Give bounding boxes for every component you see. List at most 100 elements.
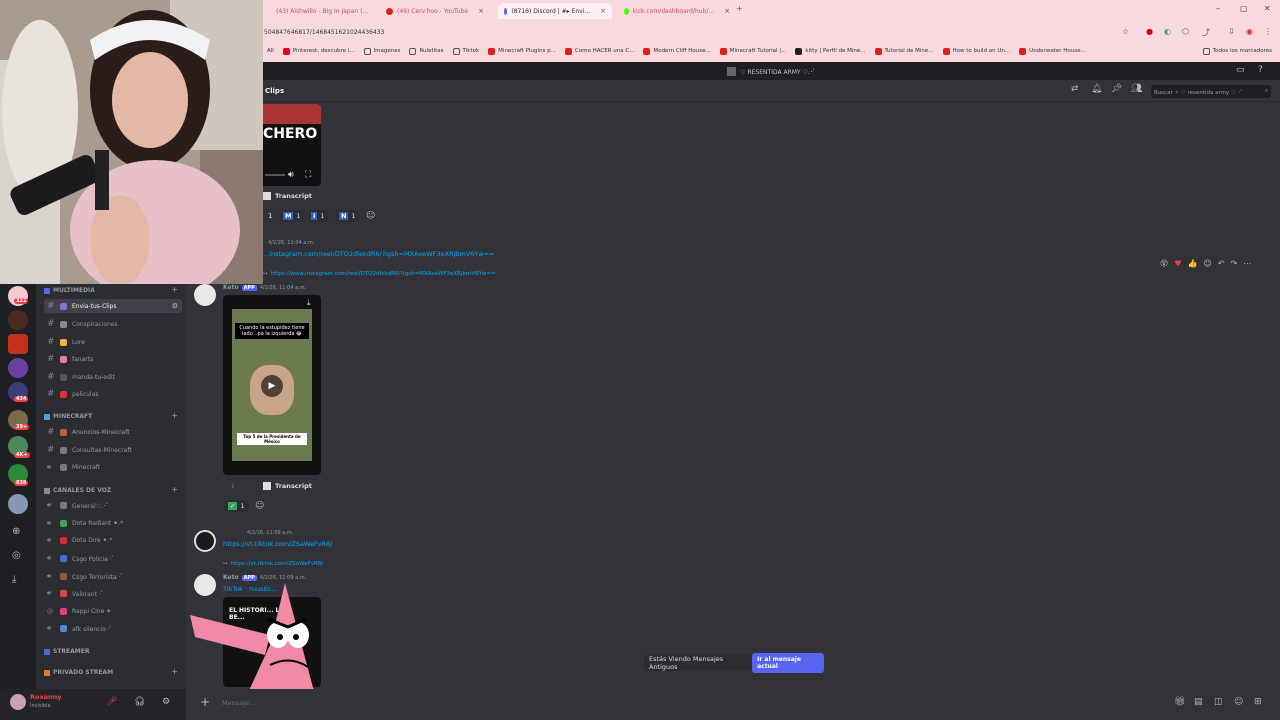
settings-gear-icon[interactable]: ⚙ [162, 697, 170, 707]
bookmark-item[interactable]: Tutorial de Mine... [874, 47, 934, 55]
voice-channel-csgo-terrorista[interactable]: 🔊︎ Csgo Terrorista ·ﾟ [44, 569, 182, 583]
server-icon[interactable] [8, 334, 28, 354]
browser-menu-icon[interactable]: ⋮ [1264, 27, 1272, 36]
headphones-icon[interactable]: 🎧︎ [134, 697, 145, 707]
close-tab-icon[interactable]: × [478, 7, 484, 15]
inbox-icon[interactable]: ▭ [1236, 65, 1245, 75]
gift-icon[interactable]: 🎁︎ [1174, 697, 1185, 707]
browser-tab[interactable]: (43) Aishwillo - Big In Japan (...× [266, 3, 376, 19]
bookmark-item[interactable]: Modern Cliff House... [643, 47, 711, 55]
pin-icon[interactable]: 📌︎ [1111, 84, 1122, 94]
minimize-icon[interactable]: – [1216, 4, 1220, 13]
channel-consultas-minecraft[interactable]: # Consultas-Minecraft [44, 443, 182, 457]
voice-channel-valorant[interactable]: 🔊︎ Valorant ·ﾟ [44, 586, 182, 600]
category-canales-de-voz[interactable]: CANALES DE VOZ [44, 487, 111, 494]
channel-peliculas[interactable]: # peliculas [44, 387, 182, 401]
extension-icon[interactable]: ◐ [1164, 27, 1171, 36]
add-attachment-icon[interactable]: + [200, 695, 210, 709]
channel-minecraft-voice[interactable]: 🔊︎ Minecraft [44, 460, 182, 474]
help-icon[interactable]: ? [1258, 65, 1263, 75]
create-channel-icon[interactable]: + [171, 285, 178, 294]
bookmark-folder[interactable]: Imagenes [363, 47, 400, 55]
username[interactable]: Roxanny [30, 693, 62, 701]
browser-tab[interactable]: (49) Cerv.hoo - YouTube × [380, 3, 492, 19]
voice-channel-csgo-policia[interactable]: 🔊︎ Csgo Policia ·ﾟ [44, 551, 182, 565]
close-tab-icon[interactable]: × [600, 7, 606, 15]
add-server-icon[interactable]: ⊕ [12, 526, 20, 537]
category-privado-stream[interactable]: PRIVADO STREAM [44, 669, 113, 676]
channel-lore[interactable]: # Lore [44, 335, 182, 349]
threads-icon[interactable]: ⇄ [1071, 84, 1079, 94]
close-tab-icon[interactable]: × [724, 7, 730, 15]
channel-envia-tus-clips[interactable]: # Envia-tus-Clips ⚙ [44, 299, 182, 313]
channel-conspiraciones[interactable]: # Conspiraciones [44, 317, 182, 331]
category-minecraft[interactable]: MINECRAFT [44, 413, 92, 420]
add-reaction-icon[interactable]: ☺ [1203, 259, 1211, 268]
server-icon[interactable] [8, 310, 28, 330]
heart-reaction-icon[interactable]: ♥ [1174, 259, 1181, 268]
bookmark-item[interactable]: Pinterest: descubre i... [282, 47, 355, 55]
browser-tab-active[interactable]: (8716) Discord | #▸ Envi... × [498, 3, 612, 19]
reaction-pill[interactable]: I1 [307, 210, 329, 222]
maximize-icon[interactable]: ▢ [1240, 4, 1248, 13]
info-icon[interactable]: i [232, 482, 234, 490]
video-attachment[interactable]: Cuando la estupidez tiene lado ..pa la i… [223, 295, 321, 475]
avatar[interactable] [10, 694, 26, 710]
member-list-icon[interactable]: 👥︎ [1131, 84, 1142, 94]
server-icon[interactable] [8, 494, 28, 514]
more-options-icon[interactable]: ⋯ [1243, 259, 1251, 268]
bookmark-star-icon[interactable]: ☆ [1122, 27, 1129, 36]
category-multimedia[interactable]: MULTIMEDIA [44, 287, 95, 294]
avatar[interactable] [194, 284, 216, 306]
bookmark-folder[interactable]: Ruletitas [409, 47, 444, 55]
reply-icon[interactable]: ↶ [1218, 259, 1225, 268]
bookmark-folder[interactable]: Tiktok [452, 47, 479, 55]
fullscreen-icon[interactable]: ⛶ [305, 170, 311, 180]
bookmark-item[interactable]: Minecraft Tutorial |... [719, 47, 786, 55]
reaction-pill[interactable]: ✓ 1 [224, 500, 249, 512]
voice-channel-afk-silencio[interactable]: 🔊︎ afk silencio ·ﾟ [44, 621, 182, 635]
voice-channel-rappi-cine[interactable]: ◎ Rappi Cine ✦ [44, 604, 182, 618]
close-window-icon[interactable]: ✕ [1264, 4, 1271, 13]
bookmark-item[interactable]: Como HACER una C... [564, 47, 634, 55]
add-reaction-icon[interactable]: ☺ [366, 211, 375, 221]
download-apps-icon[interactable]: ⤓ [12, 574, 16, 585]
download-icon[interactable]: ⤓ [307, 298, 311, 308]
message-link[interactable]: ...instagram.com/reel/DTO2dlekdR6/?igsh=… [263, 250, 495, 258]
all-bookmarks[interactable]: Todos los marcadores [1202, 47, 1272, 55]
new-tab-button[interactable]: + [736, 4, 743, 13]
browser-tab[interactable]: kick.com/dashboard/hub/... × [618, 3, 736, 19]
author-name[interactable]: Keto [223, 284, 239, 291]
thumbs-up-icon[interactable]: 👍 [1188, 259, 1198, 268]
voice-channel-general[interactable]: 🔊︎ General♡.･ﾟ [44, 498, 182, 512]
create-channel-icon[interactable]: + [171, 411, 178, 420]
reaction-count[interactable]: 1 [268, 212, 272, 220]
play-icon[interactable]: ▶ [261, 375, 283, 397]
message-link[interactable]: https://vt.tiktok.com/ZSaWeFvR8/ [223, 540, 332, 548]
create-channel-icon[interactable]: + [171, 485, 178, 494]
transcript-button[interactable]: Transcript [263, 192, 312, 200]
bookmark-item[interactable]: kitty | Perfil de Mine... [795, 47, 866, 55]
volume-icon[interactable]: 🔊︎ [288, 170, 294, 180]
forward-icon[interactable]: ↷ [1231, 259, 1238, 268]
avatar[interactable] [194, 530, 216, 552]
mute-microphone-icon[interactable]: 🎤︎ [106, 697, 117, 707]
profile-avatar-icon[interactable]: ◉ [1246, 27, 1253, 36]
emoji-reaction-icon[interactable]: 😵 [1160, 259, 1168, 268]
search-input[interactable]: Buscar ✧ ♡ resentida army ♡.･ﾟ ⌕ [1151, 85, 1271, 98]
message-input[interactable]: Mensaje... [222, 699, 255, 707]
reaction-pill[interactable]: M1 [279, 210, 305, 222]
extension-icon[interactable]: ⬡ [1182, 27, 1189, 36]
notification-bell-icon[interactable]: 🔔︎ [1091, 84, 1102, 94]
transcript-button[interactable]: Transcript [263, 482, 312, 490]
address-bar[interactable]: 504847646817/1468451621024436433 [263, 24, 1143, 40]
server-icon[interactable] [8, 358, 28, 378]
opera-extension-icon[interactable]: ● [1146, 27, 1153, 36]
voice-channel-dota-radiant[interactable]: 🔊︎ Dota Radiant ✦.* [44, 516, 182, 530]
bookmark-item[interactable]: How to build an Un... [942, 47, 1010, 55]
emoji-icon[interactable]: ☺ [1234, 697, 1243, 707]
voice-channel-dota-dire[interactable]: 🔊︎ Dota Dire ✦.* [44, 533, 182, 547]
category-streamer[interactable]: STREAMER [44, 648, 89, 655]
jump-to-present-button[interactable]: Ir al mensaje actual [752, 652, 824, 673]
reaction-pill[interactable]: N1 [335, 210, 360, 222]
